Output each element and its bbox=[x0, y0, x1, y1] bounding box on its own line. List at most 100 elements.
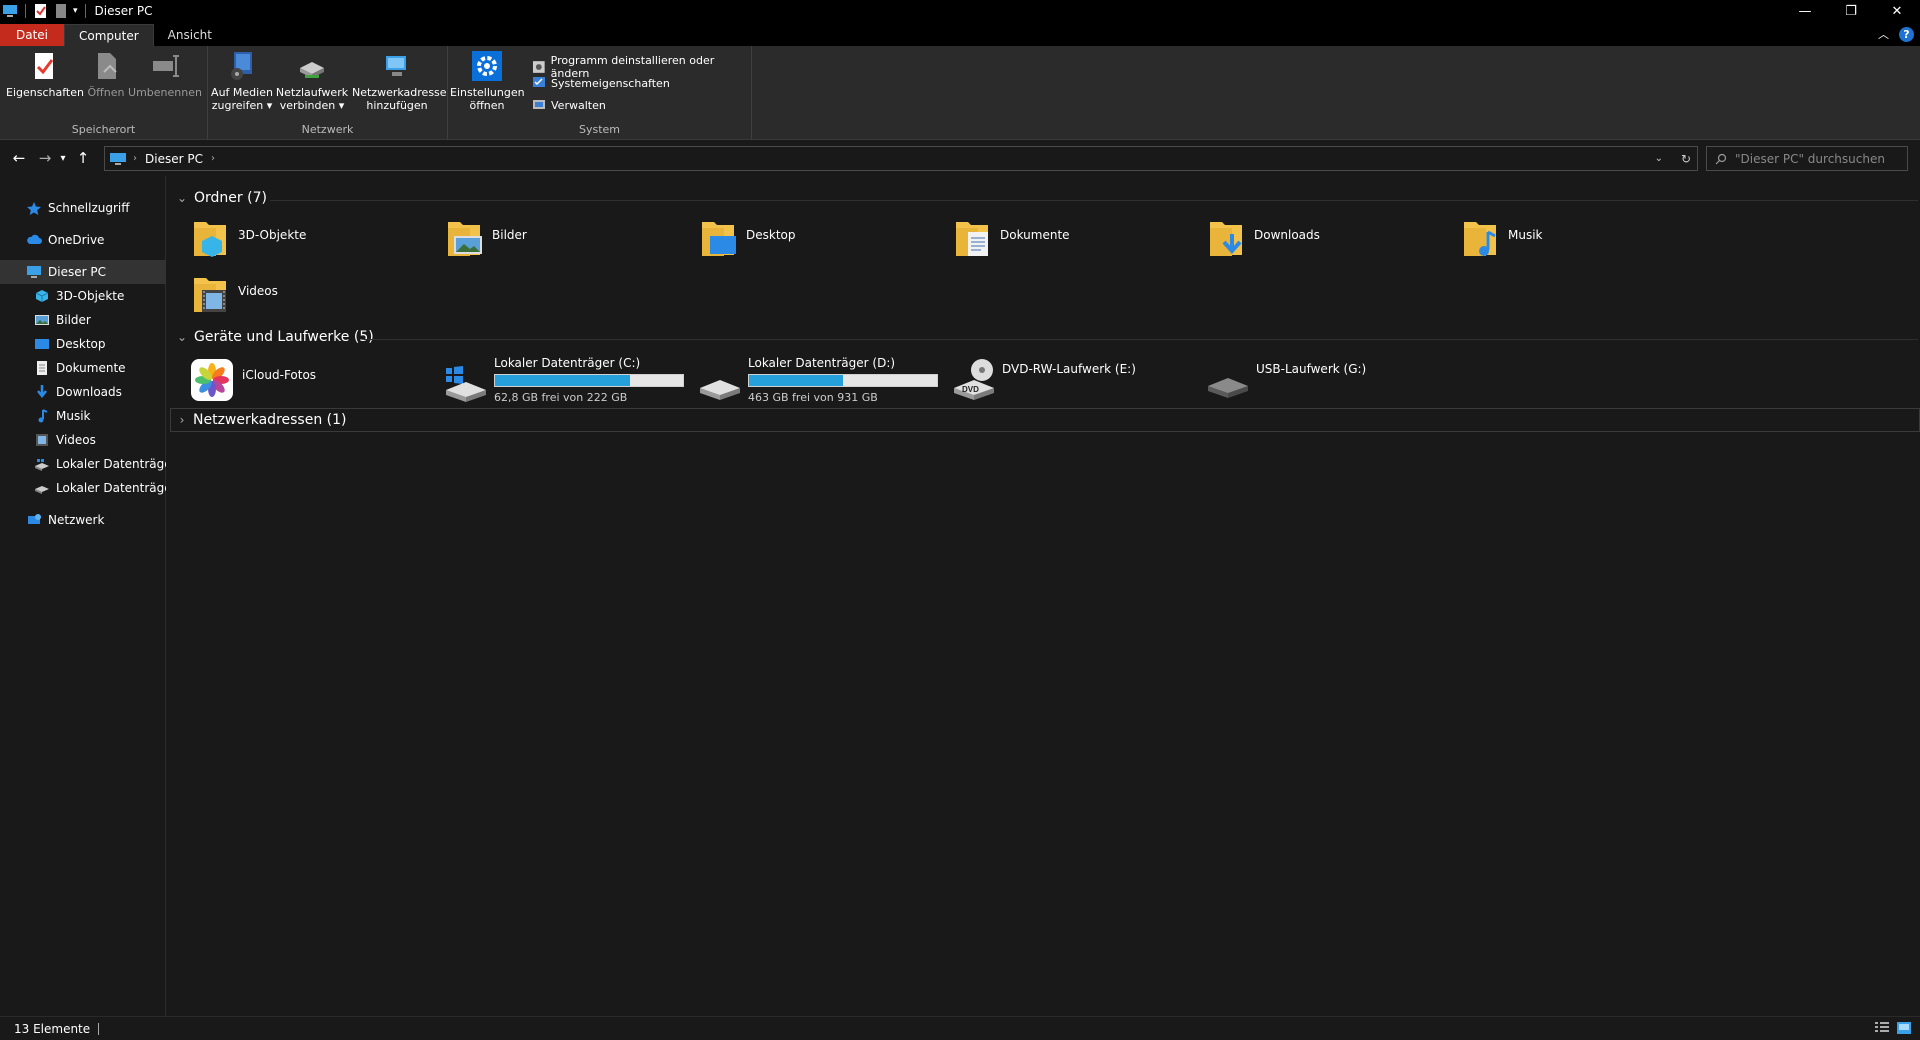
open-icon bbox=[98, 53, 117, 79]
breadcrumb-chevron-icon[interactable]: › bbox=[133, 153, 137, 164]
system-drive-icon bbox=[446, 366, 486, 402]
folder-label: Downloads bbox=[1254, 228, 1320, 242]
map-drive-button[interactable]: Netzlaufwerk verbinden ▾ bbox=[274, 50, 350, 112]
folder-documents[interactable]: Dokumente bbox=[954, 216, 1070, 258]
sidebar-item-drive-d[interactable]: Lokaler Datenträger (D:) bbox=[0, 476, 166, 500]
sidebar-item-documents[interactable]: Dokumente bbox=[0, 356, 166, 380]
system-properties-button[interactable]: Systemeigenschaften bbox=[532, 76, 670, 90]
separator bbox=[98, 1022, 100, 1035]
up-arrow-icon[interactable]: ↑ bbox=[72, 147, 94, 169]
sidebar-item-desktop[interactable]: Desktop bbox=[0, 332, 166, 356]
separator bbox=[84, 4, 86, 18]
access-media-button[interactable]: Auf Medien zugreifen ▾ bbox=[210, 50, 274, 112]
item-count: 13 Elemente bbox=[14, 1021, 91, 1036]
section-folders-header[interactable]: ⌄ Ordner (7) bbox=[176, 190, 267, 206]
back-arrow-icon[interactable]: ← bbox=[8, 147, 30, 169]
separator bbox=[25, 4, 26, 18]
drive-dvd-e[interactable]: DVD DVD-RW-Laufwerk (E:) bbox=[952, 356, 1136, 400]
drive-d[interactable]: Lokaler Datenträger (D:) 463 GB frei von… bbox=[698, 356, 938, 404]
tab-view[interactable]: Ansicht bbox=[154, 24, 226, 46]
expand-chevron-icon[interactable]: › bbox=[175, 413, 189, 427]
map-drive-label-1: Netzlaufwerk bbox=[275, 86, 349, 99]
title-bar: ▾ Dieser PC — ❐ ✕ bbox=[0, 0, 1920, 22]
breadcrumb-this-pc[interactable]: Dieser PC bbox=[145, 152, 203, 166]
star-icon bbox=[27, 202, 41, 215]
drive-c[interactable]: Lokaler Datenträger (C:) 62,8 GB frei vo… bbox=[444, 356, 684, 404]
section-devices-header[interactable]: ⌄ Geräte und Laufwerke (5) bbox=[176, 329, 374, 345]
folder-label: Musik bbox=[1508, 228, 1543, 242]
properties-quick-icon[interactable] bbox=[33, 4, 49, 18]
search-input[interactable]: "Dieser PC" durchsuchen bbox=[1706, 146, 1908, 171]
sidebar-item-downloads[interactable]: Downloads bbox=[0, 380, 166, 404]
address-dropdown-icon[interactable]: ⌄ bbox=[1655, 153, 1663, 164]
navigation-bar: ← → ▾ ↑ › Dieser PC › ⌄ ↻ "Dieser PC" du… bbox=[0, 140, 1920, 176]
sidebar-item-network[interactable]: Netzwerk bbox=[0, 508, 166, 532]
sidebar-item-pictures[interactable]: Bilder bbox=[0, 308, 166, 332]
sidebar-label: Netzwerk bbox=[48, 513, 105, 527]
folder-desktop[interactable]: Desktop bbox=[700, 216, 796, 258]
sidebar-item-quick-access[interactable]: Schnellzugriff bbox=[0, 196, 166, 220]
collapse-ribbon-icon[interactable]: ︿ bbox=[1878, 26, 1889, 42]
minimize-button[interactable]: — bbox=[1782, 0, 1828, 22]
folder-videos[interactable]: Videos bbox=[192, 272, 278, 314]
section-divider bbox=[270, 200, 1918, 201]
customize-qat-chevron-icon[interactable]: ▾ bbox=[73, 6, 78, 16]
maximize-button[interactable]: ❐ bbox=[1828, 0, 1874, 22]
section-network-locations-header[interactable]: › Netzwerkadressen (1) bbox=[170, 408, 1920, 432]
large-icons-view-icon[interactable] bbox=[1896, 1021, 1912, 1035]
recent-locations-chevron-icon[interactable]: ▾ bbox=[56, 147, 70, 169]
manage-button[interactable]: Verwalten bbox=[532, 98, 606, 112]
folder-3d-objects[interactable]: 3D-Objekte bbox=[192, 216, 306, 258]
drive-usb-g[interactable]: USB-Laufwerk (G:) bbox=[1206, 356, 1366, 400]
drive-c-label: Lokaler Datenträger (C:) bbox=[494, 356, 641, 370]
tab-computer[interactable]: Computer bbox=[64, 24, 154, 46]
sidebar-label: Bilder bbox=[56, 313, 91, 327]
breadcrumb-chevron-icon[interactable]: › bbox=[211, 153, 215, 164]
folder-downloads[interactable]: Downloads bbox=[1208, 216, 1320, 258]
add-network-location-button[interactable]: Netzwerkadresse hinzufügen bbox=[352, 50, 447, 112]
folder-pictures[interactable]: Bilder bbox=[446, 216, 527, 258]
help-icon[interactable]: ? bbox=[1899, 26, 1914, 42]
folder-music[interactable]: Musik bbox=[1462, 216, 1543, 258]
collapse-chevron-icon[interactable]: ⌄ bbox=[176, 191, 188, 205]
sidebar-item-videos[interactable]: Videos bbox=[0, 428, 166, 452]
drive-c-free-space: 62,8 GB frei von 222 GB bbox=[494, 391, 628, 404]
forward-arrow-icon[interactable]: → bbox=[34, 147, 56, 169]
search-icon bbox=[1715, 153, 1727, 164]
cloud-icon bbox=[27, 234, 42, 244]
section-divider bbox=[364, 339, 1918, 340]
sidebar-label: Desktop bbox=[56, 337, 106, 351]
tab-file[interactable]: Datei bbox=[0, 24, 65, 46]
rename-icon bbox=[153, 55, 179, 77]
add-location-label-1: Netzwerkadresse bbox=[352, 86, 447, 99]
sidebar-label: OneDrive bbox=[48, 233, 105, 247]
close-button[interactable]: ✕ bbox=[1874, 0, 1920, 22]
new-folder-quick-icon[interactable] bbox=[53, 4, 69, 18]
folder-label: Dokumente bbox=[1000, 228, 1070, 242]
properties-button[interactable]: Eigenschaften bbox=[6, 50, 84, 99]
sidebar-item-3d-objects[interactable]: 3D-Objekte bbox=[0, 284, 166, 308]
folder-label: Videos bbox=[238, 284, 278, 298]
desktop-icon bbox=[35, 339, 49, 349]
drive-c-usage-bar bbox=[494, 374, 684, 387]
sidebar-item-music[interactable]: Musik bbox=[0, 404, 166, 428]
device-icloud-photos[interactable]: iCloud-Fotos bbox=[190, 358, 316, 402]
open-button[interactable]: Öffnen bbox=[82, 50, 130, 99]
drive-c-usage-fill bbox=[495, 375, 631, 386]
rename-button[interactable]: Umbenennen bbox=[128, 50, 202, 99]
sidebar-item-drive-c[interactable]: Lokaler Datenträger (C:) bbox=[0, 452, 166, 476]
sidebar-item-onedrive[interactable]: OneDrive bbox=[0, 228, 166, 252]
drive-d-label: Lokaler Datenträger (D:) bbox=[748, 356, 896, 370]
section-title: Ordner (7) bbox=[194, 190, 267, 206]
sidebar-item-this-pc[interactable]: Dieser PC bbox=[0, 260, 166, 284]
access-media-label-1: Auf Medien bbox=[211, 86, 273, 99]
system-properties-label: Systemeigenschaften bbox=[551, 76, 670, 90]
collapse-chevron-icon[interactable]: ⌄ bbox=[176, 330, 188, 344]
open-settings-button[interactable]: Einstellungen öffnen bbox=[450, 50, 525, 112]
content-pane: ⌄ Ordner (7) 3D-Objekte Bilder Desktop D… bbox=[168, 176, 1920, 1016]
refresh-icon[interactable]: ↻ bbox=[1681, 152, 1691, 166]
properties-label: Eigenschaften bbox=[6, 86, 84, 99]
details-view-icon[interactable] bbox=[1874, 1021, 1890, 1035]
drive-d-info: Lokaler Datenträger (D:) 463 GB frei von… bbox=[748, 356, 938, 404]
address-bar[interactable]: › Dieser PC › ⌄ ↻ bbox=[104, 146, 1698, 171]
